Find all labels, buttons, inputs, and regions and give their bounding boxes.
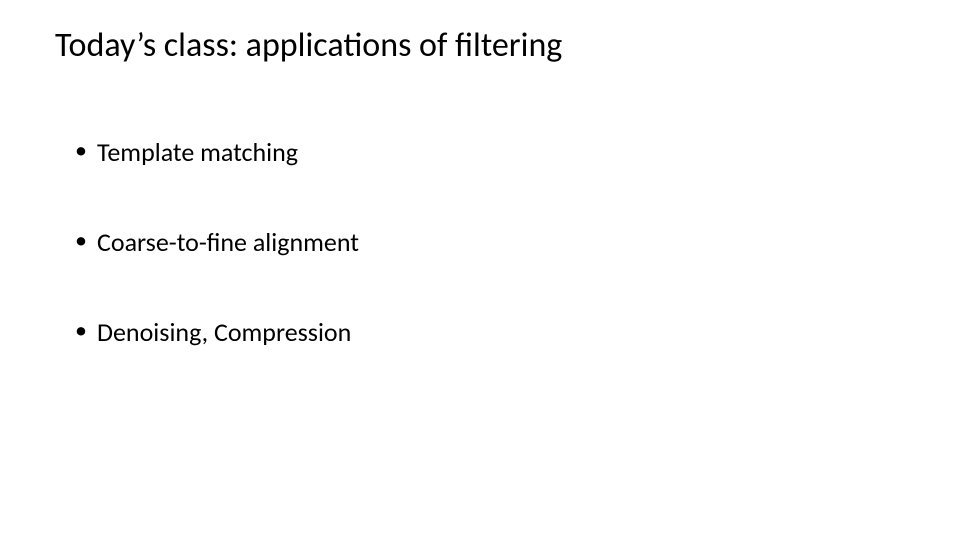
bullet-text: Denoising, Compression — [97, 316, 351, 348]
bullet-text: Coarse-to-fine alignment — [97, 226, 359, 258]
slide-title: Today’s class: applications of filtering — [55, 25, 905, 66]
bullet-text: Template matching — [97, 136, 298, 168]
bullet-item: Coarse-to-fine alignment — [75, 226, 905, 258]
bullet-item: Template matching — [75, 136, 905, 168]
bullet-item: Denoising, Compression — [75, 316, 905, 348]
bullet-list: Template matching Coarse-to-fine alignme… — [55, 136, 905, 348]
